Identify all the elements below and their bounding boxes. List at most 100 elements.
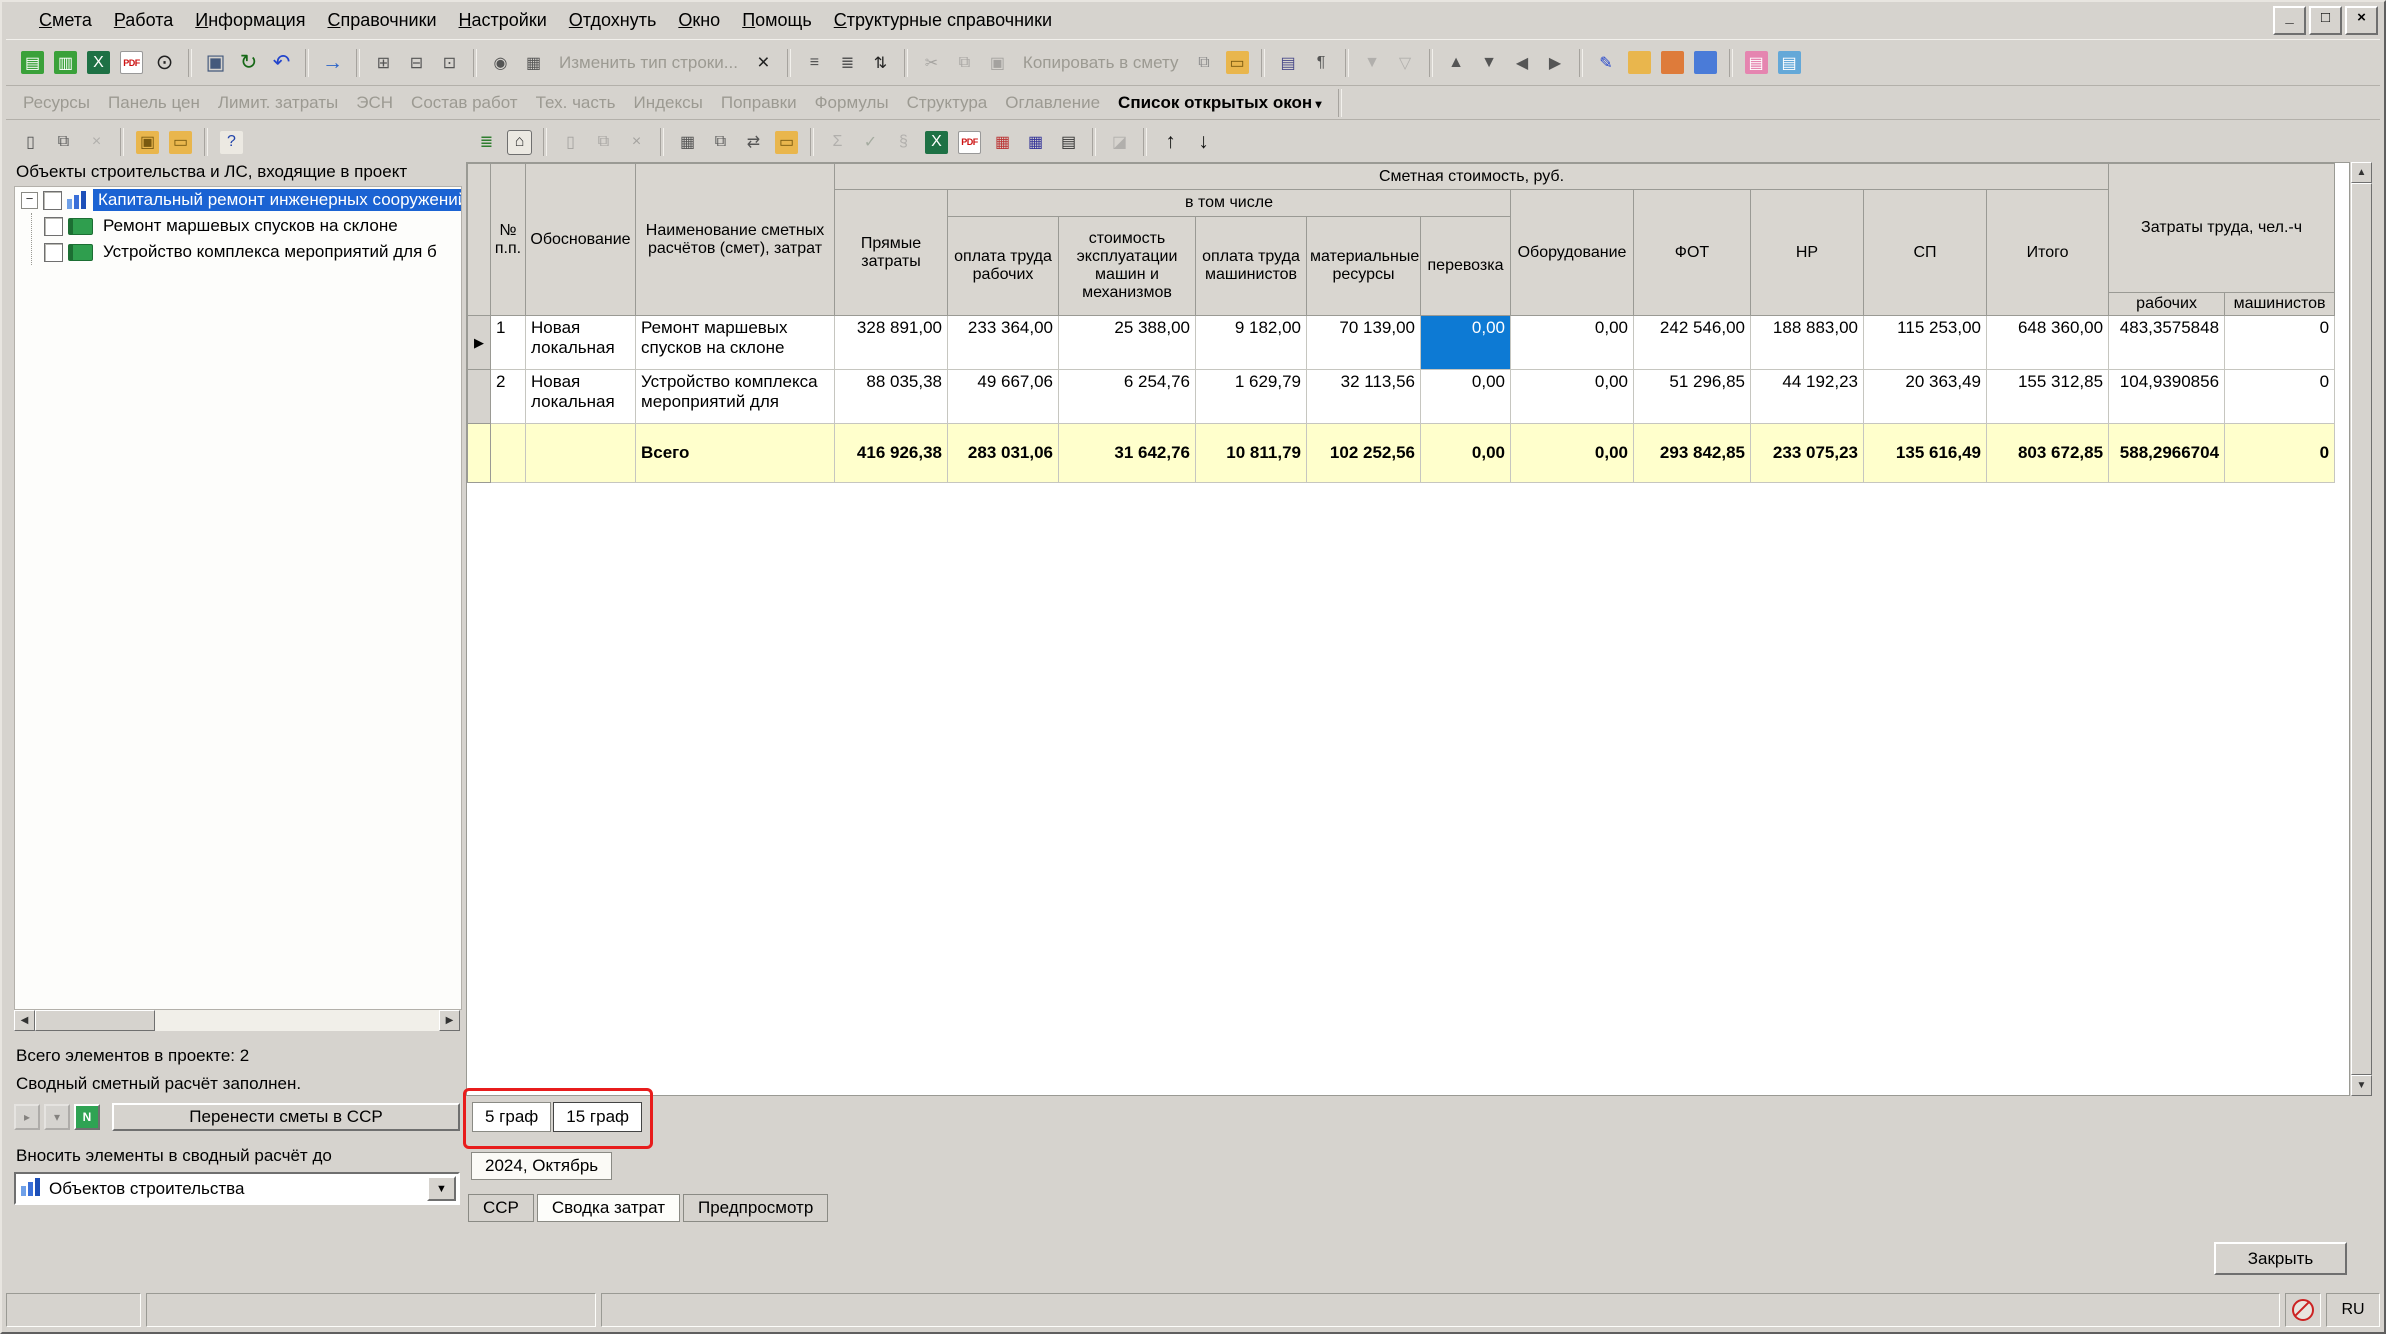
tree-expander-icon[interactable]: − [21, 192, 38, 209]
cell-materials[interactable]: 32 113,56 [1307, 370, 1421, 424]
move-object-icon[interactable]: ⇄ [737, 126, 770, 159]
move-row-down-icon[interactable]: ↓ [1187, 126, 1220, 159]
cell-num[interactable] [491, 424, 526, 483]
transfer-estimates-button[interactable]: Перенести сметы в ССР [112, 1103, 460, 1131]
scroll-left-icon[interactable]: ◀ [14, 1010, 35, 1031]
car-blue-icon[interactable] [1689, 46, 1722, 79]
cell-transport-selected[interactable]: 0,00 [1421, 316, 1511, 370]
cell-operators[interactable]: 1 629,79 [1196, 370, 1307, 424]
new-estimate-icon[interactable]: ▯ [14, 126, 47, 159]
tree-checkbox[interactable] [44, 243, 63, 262]
cell-machines[interactable]: 25 388,00 [1059, 316, 1196, 370]
cell-labor[interactable]: 233 364,00 [948, 316, 1059, 370]
cell-equipment[interactable]: 0,00 [1511, 370, 1634, 424]
close-row-icon[interactable]: × [747, 46, 780, 79]
tab-cost-summary[interactable]: Сводка затрат [537, 1194, 680, 1222]
scrollbar-thumb[interactable] [2351, 183, 2372, 1075]
cell-sp[interactable]: 135 616,49 [1864, 424, 1987, 483]
cell-fot[interactable]: 293 842,85 [1634, 424, 1751, 483]
cell-transport[interactable]: 0,00 [1421, 370, 1511, 424]
tree-item-label[interactable]: Устройство комплекса мероприятий для б [98, 241, 442, 263]
cell-total[interactable]: 155 312,85 [1987, 370, 2109, 424]
materials-pink-icon[interactable]: ▤ [1740, 46, 1773, 79]
scroll-right-icon[interactable]: ▶ [439, 1010, 460, 1031]
help-icon[interactable]: ? [215, 126, 248, 159]
insert-target-dropdown[interactable]: Объектов строительства ▼ [14, 1172, 460, 1205]
snapshot-icon[interactable]: ◉ [484, 46, 517, 79]
cell-labor[interactable]: 49 667,06 [948, 370, 1059, 424]
sort-down-icon[interactable]: ▼ [1473, 46, 1506, 79]
level-left-icon[interactable]: ◀ [1506, 46, 1539, 79]
cell-nr[interactable]: 44 192,23 [1751, 370, 1864, 424]
cell-labor[interactable]: 283 031,06 [948, 424, 1059, 483]
tree-checkbox[interactable] [44, 217, 63, 236]
outline-collapse-icon[interactable]: ≡ [798, 46, 831, 79]
tree-item-estimate[interactable]: Устройство комплекса мероприятий для б [32, 239, 461, 265]
sort-up-icon[interactable]: ▲ [1440, 46, 1473, 79]
copy-sheet-icon[interactable]: ⧉ [1188, 46, 1221, 79]
cell-name[interactable]: Устройство комплекса мероприятий для [636, 370, 835, 424]
export-pdf-icon[interactable]: PDF [953, 126, 986, 159]
import-folder-icon[interactable]: ▣ [131, 126, 164, 159]
maximize-button[interactable]: □ [2309, 6, 2342, 35]
dropdown-arrow-button[interactable]: ▼ [427, 1176, 456, 1201]
cell-machines[interactable]: 31 642,76 [1059, 424, 1196, 483]
cell-nr[interactable]: 188 883,00 [1751, 316, 1864, 370]
cell-sp[interactable]: 115 253,00 [1864, 316, 1987, 370]
cell-equipment[interactable]: 0,00 [1511, 424, 1634, 483]
insert-position-icon[interactable]: ▤ [16, 46, 49, 79]
close-button[interactable]: Закрыть [2214, 1242, 2347, 1275]
cell-equipment[interactable]: 0,00 [1511, 316, 1634, 370]
keyboard-layout-indicator[interactable]: RU [2326, 1293, 2380, 1327]
cell-nr[interactable]: 233 075,23 [1751, 424, 1864, 483]
cell-num[interactable]: 2 [491, 370, 526, 424]
cell-lab-workers[interactable]: 104,9390856 [2109, 370, 2225, 424]
folder-contents-icon[interactable]: ▭ [770, 126, 803, 159]
cell-lab-operators[interactable]: 0 [2225, 316, 2335, 370]
cell-basis[interactable]: Новая локальная [526, 316, 636, 370]
cell-fot[interactable]: 51 296,85 [1634, 370, 1751, 424]
view-mode-icon[interactable]: ▦ [517, 46, 550, 79]
cell-sp[interactable]: 20 363,49 [1864, 370, 1987, 424]
copy-object-icon[interactable]: ⧉ [704, 126, 737, 159]
cell-lab-workers[interactable]: 483,3575848 [2109, 316, 2225, 370]
menu-work[interactable]: Работа [103, 6, 184, 35]
group-structure-icon[interactable]: ⊞ [367, 46, 400, 79]
cell-lab-operators[interactable]: 0 [2225, 370, 2335, 424]
period-tab[interactable]: 2024, Октябрь [471, 1152, 612, 1180]
menu-estimate[interactable]: Смета [28, 6, 103, 35]
export-pdf-icon[interactable]: PDF [115, 46, 148, 79]
truck-orange-icon[interactable] [1656, 46, 1689, 79]
cell-direct[interactable]: 328 891,00 [835, 316, 948, 370]
print-preview-icon[interactable]: ¶ [1305, 46, 1338, 79]
tab-5-graph[interactable]: 5 граф [472, 1102, 551, 1132]
save-icon[interactable]: ▣ [199, 46, 232, 79]
menu-window[interactable]: Окно [667, 6, 731, 35]
menu-relax[interactable]: Отдохнуть [558, 6, 668, 35]
open-folder-icon[interactable]: ▭ [164, 126, 197, 159]
menu-structural-references[interactable]: Структурные справочники [823, 6, 1063, 35]
tab-ssr[interactable]: ССР [468, 1194, 534, 1222]
navigate-icon[interactable]: → [316, 46, 349, 79]
menu-references[interactable]: Справочники [316, 6, 447, 35]
menu-help[interactable]: Помощь [731, 6, 823, 35]
swap-rows-icon[interactable]: ⇅ [864, 46, 897, 79]
tree-checkbox[interactable] [43, 191, 62, 210]
norm-base-button[interactable]: N [74, 1104, 100, 1130]
outline-expand-icon[interactable]: ≣ [831, 46, 864, 79]
cell-fot[interactable]: 242 546,00 [1634, 316, 1751, 370]
refresh-icon[interactable]: ↻ [232, 46, 265, 79]
cell-operators[interactable]: 9 182,00 [1196, 316, 1307, 370]
level-right-icon[interactable]: ▶ [1539, 46, 1572, 79]
cell-operators[interactable]: 10 811,79 [1196, 424, 1307, 483]
open-windows-list[interactable]: Список открытых окон ▾ [1109, 93, 1330, 113]
group-view-icon[interactable]: ⊡ [433, 46, 466, 79]
cell-name[interactable]: Ремонт маршевых спусков на склоне [636, 316, 835, 370]
scroll-down-icon[interactable]: ▼ [2351, 1075, 2372, 1096]
indexes-table-icon[interactable]: ▦ [986, 126, 1019, 159]
tree-item-project[interactable]: − Капитальный ремонт инженерных сооружен… [15, 187, 461, 213]
resources-blue-icon[interactable]: ▤ [1773, 46, 1806, 79]
cell-materials[interactable]: 70 139,00 [1307, 316, 1421, 370]
cell-total[interactable]: 803 672,85 [1987, 424, 2109, 483]
tab-preview[interactable]: Предпросмотр [683, 1194, 828, 1222]
